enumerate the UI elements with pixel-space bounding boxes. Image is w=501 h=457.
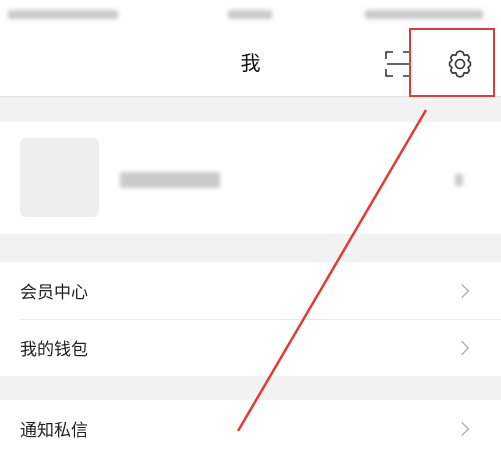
scan-icon[interactable] <box>384 50 412 78</box>
menu-group-1: 会员中心 我的钱包 <box>0 262 501 376</box>
avatar[interactable] <box>20 138 99 217</box>
list-item-notifications[interactable]: 通知私信 <box>0 400 501 457</box>
list-item-member-center[interactable]: 会员中心 <box>0 262 501 319</box>
status-bar <box>0 0 501 30</box>
list-item-label: 我的钱包 <box>20 340 88 360</box>
profile-chevron-blurred <box>455 174 463 186</box>
profile-card[interactable] <box>0 122 501 234</box>
list-item-my-wallet[interactable]: 我的钱包 <box>0 319 501 376</box>
list-item-label: 会员中心 <box>20 283 88 303</box>
username-blurred <box>120 172 220 188</box>
annotation-highlight-box <box>409 28 495 97</box>
chevron-right-icon <box>454 340 470 355</box>
list-item-label: 通知私信 <box>20 421 88 441</box>
menu-group-2: 通知私信 <box>0 400 501 457</box>
chevron-right-icon <box>454 283 470 298</box>
chevron-right-icon <box>454 421 470 436</box>
